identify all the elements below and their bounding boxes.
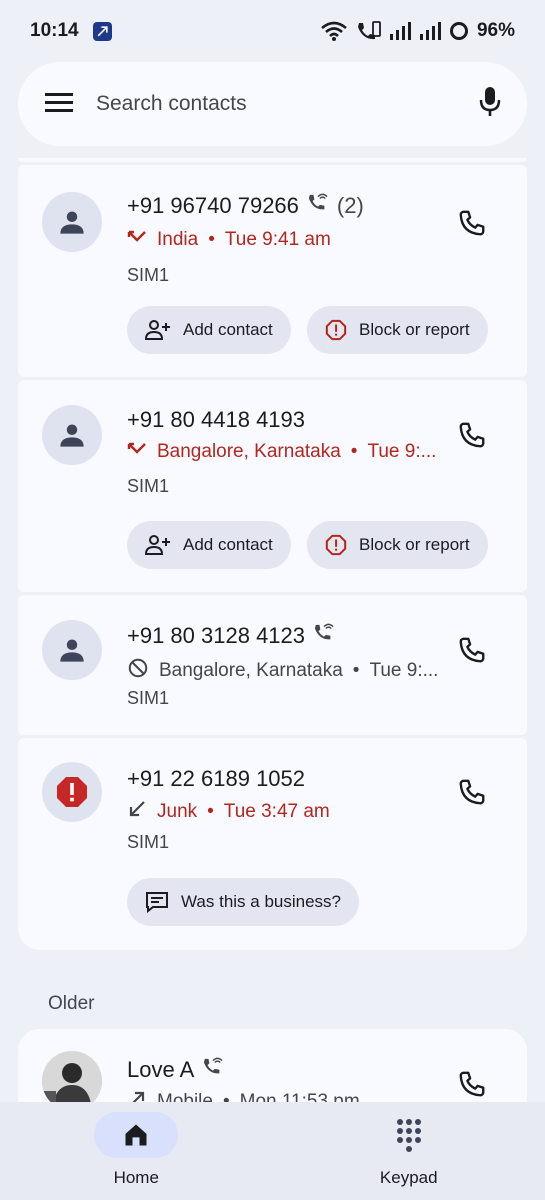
call-location: Bangalore, Karnataka	[159, 660, 343, 681]
home-icon	[125, 1124, 147, 1146]
nav-keypad-label: Keypad	[379, 1168, 438, 1187]
call-time: Tue 9:41 am	[224, 229, 331, 250]
battery-icon	[449, 21, 469, 41]
call-button[interactable]	[455, 633, 489, 667]
block-report-button[interactable]: Block or report	[307, 521, 488, 569]
call-log-item[interactable]: +91 96740 79266 (2) India • Tue 9:41 am …	[18, 165, 527, 377]
call-button[interactable]	[455, 206, 489, 240]
call-history-list: +91 96740 79266 (2) India • Tue 9:41 am …	[18, 158, 527, 1152]
add-contact-label: Add contact	[183, 320, 273, 339]
report-icon	[325, 534, 347, 556]
nav-home[interactable]: Home	[0, 1102, 273, 1200]
contact-name: Love A	[127, 1057, 224, 1083]
sim-label: SIM1	[127, 265, 170, 285]
call-button[interactable]	[455, 418, 489, 452]
search-input[interactable]: Search contacts	[96, 92, 479, 116]
person-icon	[60, 424, 84, 447]
signal-2-icon	[419, 21, 441, 41]
dialpad-icon	[396, 1119, 421, 1152]
phone-icon	[459, 1071, 485, 1097]
call-button[interactable]	[455, 1067, 489, 1101]
business-feedback-label: Was this a business?	[181, 892, 341, 911]
missed-call-icon	[127, 229, 147, 251]
section-header-older: Older	[48, 993, 95, 1014]
wifi-call-icon	[307, 193, 329, 219]
search-bar[interactable]: Search contacts	[18, 62, 527, 146]
previous-card-edge	[18, 158, 527, 162]
bottom-navigation: Home Keypad	[0, 1102, 545, 1200]
avatar	[42, 405, 102, 465]
sim-label: SIM1	[127, 832, 170, 852]
call-details: Bangalore, Karnataka • Tue 9:...	[127, 441, 436, 463]
call-time: Tue 3:47 am	[223, 801, 330, 822]
call-time: Tue 9:...	[367, 441, 437, 462]
status-bar: 10:14 96%	[0, 0, 545, 62]
phone-icon	[459, 779, 485, 805]
wifi-call-icon	[313, 623, 335, 649]
block-report-button[interactable]: Block or report	[307, 306, 488, 354]
call-time: Tue 9:...	[369, 660, 439, 681]
add-contact-label: Add contact	[183, 535, 273, 554]
call-location: Junk	[157, 801, 198, 822]
caller-number: +91 22 6189 1052	[127, 766, 306, 791]
nav-keypad[interactable]: Keypad	[273, 1102, 545, 1200]
add-contact-button[interactable]: Add contact	[127, 306, 291, 354]
avatar	[42, 620, 102, 680]
report-icon	[325, 319, 347, 341]
status-time: 10:14	[30, 20, 79, 41]
call-details: India • Tue 9:41 am	[127, 229, 331, 251]
separator: •	[352, 660, 360, 681]
add-contact-button[interactable]: Add contact	[127, 521, 291, 569]
call-details: Bangalore, Karnataka • Tue 9:...	[127, 657, 438, 685]
add-person-icon	[145, 320, 170, 340]
avatar	[42, 762, 102, 822]
wifi-calling-icon	[355, 20, 381, 42]
call-button[interactable]	[455, 775, 489, 809]
phone-icon	[459, 422, 485, 448]
call-log-item[interactable]: +91 80 4418 4193 Bangalore, Karnataka • …	[18, 380, 527, 592]
call-location: Bangalore, Karnataka	[157, 441, 341, 462]
separator: •	[350, 441, 358, 462]
app-notification-icon	[92, 21, 112, 41]
call-count: (2)	[336, 193, 364, 218]
missed-call-icon	[127, 441, 147, 463]
caller-number: +91 80 3128 4123	[127, 623, 335, 649]
blocked-call-icon	[127, 657, 149, 685]
sim-label: SIM1	[127, 688, 170, 708]
spam-warning-icon	[57, 777, 87, 807]
caller-number: +91 80 4418 4193	[127, 407, 306, 432]
call-details: Junk • Tue 3:47 am	[127, 799, 330, 825]
block-report-label: Block or report	[359, 535, 470, 554]
avatar	[42, 192, 102, 252]
incoming-call-icon	[127, 799, 147, 825]
nav-home-label: Home	[113, 1168, 159, 1187]
person-icon	[60, 211, 84, 234]
separator: •	[207, 801, 214, 822]
feedback-icon	[146, 892, 168, 913]
wifi-call-icon	[202, 1057, 224, 1083]
sim-label: SIM1	[127, 476, 170, 496]
business-feedback-button[interactable]: Was this a business?	[127, 878, 359, 926]
caller-number: +91 96740 79266 (2)	[127, 193, 364, 219]
add-person-icon	[145, 535, 170, 555]
phone-icon	[459, 637, 485, 663]
separator: •	[208, 229, 215, 250]
nav-keypad-indicator	[367, 1112, 451, 1158]
block-report-label: Block or report	[359, 320, 470, 339]
signal-1-icon	[389, 21, 411, 41]
wifi-icon	[321, 21, 347, 41]
battery-level: 96%	[476, 20, 515, 41]
nav-home-indicator	[94, 1112, 179, 1158]
call-log-item[interactable]: +91 22 6189 1052 Junk • Tue 3:47 am SIM1…	[18, 738, 527, 950]
person-icon	[60, 639, 84, 662]
call-log-item[interactable]: +91 80 3128 4123 Bangalore, Karnataka • …	[18, 595, 527, 735]
microphone-icon[interactable]	[479, 86, 501, 123]
phone-icon	[459, 210, 485, 236]
call-location: India	[157, 229, 199, 250]
menu-icon[interactable]	[44, 91, 74, 118]
